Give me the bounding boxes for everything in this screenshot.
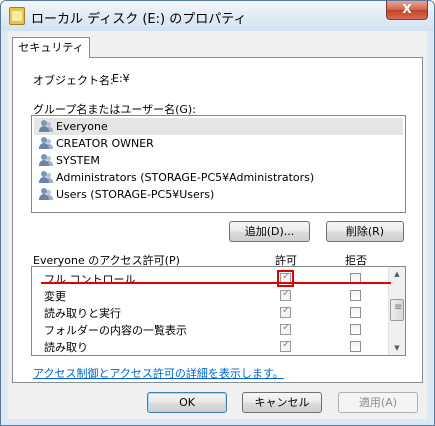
- user-group-icon: [39, 171, 53, 184]
- scroll-down-icon[interactable]: ▼: [389, 341, 405, 355]
- permissions-scrollbar[interactable]: ▲ ▼: [388, 267, 405, 355]
- allow-checkbox[interactable]: [280, 288, 291, 301]
- group-item[interactable]: Administrators (STORAGE-PC5¥Administrato…: [34, 169, 403, 186]
- user-group-icon: [39, 137, 53, 150]
- permission-row: 変更: [32, 287, 388, 304]
- groups-listbox[interactable]: Everyone CREATOR OWNER SYSTEM Administrator…: [31, 115, 406, 213]
- scroll-up-icon[interactable]: ▲: [389, 267, 405, 281]
- group-item[interactable]: Everyone: [34, 118, 403, 135]
- deny-checkbox[interactable]: [350, 307, 361, 318]
- permission-label: 読み取り: [44, 341, 88, 354]
- deny-checkbox[interactable]: [350, 341, 361, 352]
- deny-checkbox[interactable]: [350, 324, 361, 335]
- allow-checkbox[interactable]: [280, 339, 291, 352]
- permissions-list[interactable]: ▲ ▼ フル コントロール変更読み取りと実行フォルダーの内容の一覧表示読み取り: [31, 266, 406, 356]
- close-button[interactable]: X: [386, 1, 428, 20]
- group-item[interactable]: Users (STORAGE-PC5¥Users): [34, 186, 403, 203]
- security-panel: オブジェクト名: E:¥ グループ名またはユーザー名(G): Everyone C…: [12, 57, 423, 383]
- permission-row: フル コントロール: [32, 270, 388, 287]
- permission-label: フル コントロール: [44, 273, 136, 286]
- group-item[interactable]: SYSTEM: [34, 152, 403, 169]
- title-bar[interactable]: ローカル ディスク (E:) のプロパティ X: [1, 1, 434, 31]
- window-title: ローカル ディスク (E:) のプロパティ: [31, 12, 247, 27]
- tab-security[interactable]: セキュリティ: [12, 37, 90, 58]
- allow-checkbox[interactable]: [280, 305, 291, 318]
- permission-row: フォルダーの内容の一覧表示: [32, 321, 388, 338]
- user-group-icon: [39, 154, 53, 167]
- scroll-thumb[interactable]: [390, 299, 404, 321]
- deny-checkbox[interactable]: [350, 290, 361, 301]
- add-button[interactable]: 追加(D)...: [229, 221, 310, 242]
- permission-label: 変更: [44, 290, 66, 303]
- allow-checkbox[interactable]: [280, 322, 291, 335]
- user-group-icon: [39, 120, 53, 133]
- permission-label: フォルダーの内容の一覧表示: [44, 324, 187, 337]
- permission-row: 読み取りと実行: [32, 304, 388, 321]
- cancel-button[interactable]: キャンセル: [242, 392, 322, 413]
- dialog-client: セキュリティ オブジェクト名: E:¥ グループ名またはユーザー名(G): Ev…: [8, 31, 427, 419]
- group-item-label: Everyone: [56, 120, 108, 133]
- group-item-label: Users (STORAGE-PC5¥Users): [56, 188, 215, 201]
- group-item-label: SYSTEM: [56, 154, 100, 167]
- object-name-value: E:¥: [112, 72, 130, 85]
- ok-button[interactable]: OK: [147, 392, 227, 413]
- group-item-label: CREATOR OWNER: [56, 137, 154, 150]
- properties-window: ローカル ディスク (E:) のプロパティ X セキュリティ オブジェクト名: …: [0, 0, 435, 426]
- drive-icon: [9, 7, 25, 25]
- group-item[interactable]: CREATOR OWNER: [34, 135, 403, 152]
- permission-label: 読み取りと実行: [44, 307, 121, 320]
- remove-button[interactable]: 削除(R): [326, 221, 404, 242]
- apply-button[interactable]: 適用(A): [338, 392, 418, 413]
- permission-row: 読み取り: [32, 338, 388, 355]
- help-link[interactable]: アクセス制御とアクセス許可の詳細を表示します。: [33, 365, 284, 381]
- group-item-label: Administrators (STORAGE-PC5¥Administrato…: [56, 171, 315, 184]
- object-name-label: オブジェクト名:: [33, 74, 114, 87]
- user-group-icon: [39, 188, 53, 201]
- highlight-underline: [41, 282, 391, 284]
